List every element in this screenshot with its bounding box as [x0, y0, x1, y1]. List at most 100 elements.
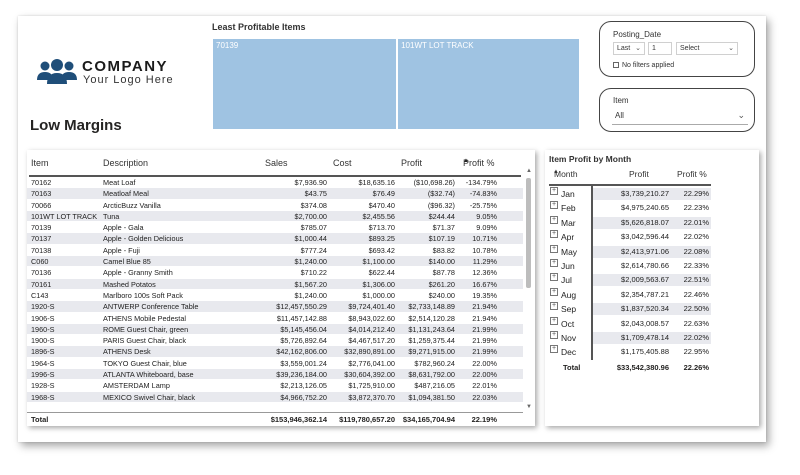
- table-row[interactable]: 70163 Meatloaf Meal $43.75 $76.49 ($32.74) -7…: [27, 188, 523, 200]
- table-row[interactable]: 1906-S ATHENS Mobile Pedestal $11,457,142.…: [27, 313, 523, 324]
- expand-icon[interactable]: +: [550, 187, 558, 195]
- cell-sales: $7,936.90: [294, 178, 327, 187]
- cell-description: AMSTERDAM Lamp: [103, 381, 170, 391]
- expand-icon[interactable]: +: [550, 230, 558, 239]
- column-header-item[interactable]: Item: [31, 158, 49, 168]
- expand-icon[interactable]: +: [550, 330, 558, 339]
- matrix-row[interactable]: + Feb $4,975,240.65 22.23%: [545, 201, 745, 215]
- cell-cost: $713.70: [368, 223, 395, 233]
- column-header-cost[interactable]: Cost: [333, 158, 352, 168]
- matrix-row[interactable]: + Jan $3,739,210.27 22.29%: [545, 187, 745, 201]
- relative-period-dropdown[interactable]: Last ⌄: [613, 42, 645, 55]
- cell-sales: $5,145,456.04: [280, 324, 327, 334]
- cell-item: 1906-S: [31, 313, 55, 323]
- column-header-sales[interactable]: Sales: [265, 158, 288, 168]
- slicer-title: Posting_Date: [613, 30, 662, 39]
- table-row[interactable]: 1928-S AMSTERDAM Lamp $2,213,126.05 $1,725,…: [27, 380, 523, 392]
- scroll-down-icon[interactable]: ▼: [526, 404, 532, 410]
- expand-icon[interactable]: +: [550, 316, 558, 325]
- expand-icon[interactable]: +: [550, 345, 558, 354]
- expand-icon[interactable]: +: [550, 201, 558, 210]
- matrix-row[interactable]: + May $2,413,971.06 22.08%: [545, 244, 745, 259]
- chevron-down-icon: ⌄: [728, 45, 734, 52]
- table-row[interactable]: 70138 Apple - Fuji $777.24 $693.42 $83.82 10.…: [27, 245, 523, 257]
- vertical-scrollbar[interactable]: ▲ ▼: [525, 168, 532, 410]
- cell-cost: $3,872,370.70: [348, 392, 395, 402]
- cell-pct: 22.51%: [683, 275, 709, 285]
- item-dropdown[interactable]: All ⌄: [612, 109, 748, 125]
- table-row[interactable]: 1996-S ATLANTA Whiteboard, base $39,236,18…: [27, 369, 523, 381]
- cell-item: 1896-S: [31, 347, 55, 357]
- cell-sales: $39,236,184.00: [276, 370, 327, 380]
- table-row[interactable]: 1968-S MEXICO Swivel Chair, black $4,966,7…: [27, 391, 523, 403]
- table-row[interactable]: C060 Camel Blue 85 $1,240.00 $1,100.00 $140.…: [27, 256, 523, 268]
- matrix-row[interactable]: + Jul $2,009,563.67 22.51%: [545, 273, 745, 287]
- column-header-profit-pct[interactable]: Profit %: [677, 169, 707, 179]
- expand-icon[interactable]: +: [550, 287, 558, 296]
- table-row[interactable]: 70137 Apple - Golden Delicious $1,000.44 $8…: [27, 233, 523, 245]
- matrix-row[interactable]: + Jun $2,614,780.66 22.33%: [545, 258, 745, 273]
- table-row[interactable]: 70136 Apple - Granny Smith $710.22 $622.44 $…: [27, 267, 523, 279]
- cell-sales: $3,559,001.24: [280, 358, 327, 368]
- cell-pct: 22.00%: [472, 370, 497, 380]
- matrix-row[interactable]: + Dec $1,175,405.88 22.95%: [545, 345, 745, 359]
- cell-pct: 10.78%: [472, 245, 497, 255]
- treemap-cell[interactable]: 101WT LOT TRACK: [397, 38, 580, 130]
- matrix-row[interactable]: + Aug $2,354,787.21 22.46%: [545, 287, 745, 302]
- expand-icon[interactable]: +: [550, 302, 558, 311]
- cell-sales: $1,240.00: [294, 257, 327, 267]
- table-row[interactable]: 70139 Apple - Gala $785.07 $713.70 $71.37 9.0…: [27, 222, 523, 234]
- cell-profit: $2,413,971.06: [621, 246, 669, 256]
- table-row[interactable]: 1920-S ANTWERP Conference Table $12,457,55…: [27, 301, 523, 313]
- cell-profit: $8,631,792.00: [408, 370, 455, 380]
- expand-icon[interactable]: +: [550, 215, 558, 224]
- period-count-input[interactable]: 1: [648, 42, 672, 55]
- cell-item: 70139: [31, 223, 52, 233]
- cell-month: Feb: [561, 203, 576, 214]
- least-profitable-treemap[interactable]: Least Profitable Items 70139 101WT LOT T…: [212, 22, 580, 130]
- matrix-row[interactable]: + Sep $1,837,520.34 22.50%: [545, 302, 745, 316]
- cell-cost: $32,890,891.00: [344, 347, 395, 357]
- cell-pct: 21.94%: [472, 313, 497, 323]
- table-row[interactable]: 1896-S ATHENS Desk $42,162,806.00 $32,890,8…: [27, 346, 523, 358]
- matrix-row[interactable]: + Nov $1,709,478.14 22.02%: [545, 330, 745, 345]
- table-row[interactable]: 70066 ArcticBuzz Vanilla $374.08 $470.40 ($9…: [27, 200, 523, 211]
- matrix-row[interactable]: + Oct $2,043,008.57 22.63%: [545, 316, 745, 331]
- cell-pct: 9.05%: [476, 211, 497, 221]
- scrollbar-thumb[interactable]: [526, 178, 531, 288]
- expand-icon[interactable]: +: [550, 258, 558, 267]
- table-row[interactable]: C143 Marlboro 100s Soft Pack $1,240.00 $1,0…: [27, 290, 523, 302]
- cell-sales: $42,162,806.00: [276, 347, 327, 357]
- column-header-profit[interactable]: Profit: [401, 158, 422, 168]
- period-unit-dropdown[interactable]: Select ⌄: [676, 42, 738, 55]
- item-slicer: Item All ⌄: [599, 88, 755, 132]
- table-row[interactable]: 1900-S PARIS Guest Chair, black $5,726,892…: [27, 335, 523, 347]
- matrix-row[interactable]: + Mar $5,626,818.07 22.01%: [545, 215, 745, 230]
- cell-cost: $4,467,517.20: [348, 336, 395, 346]
- cell-sales: $785.07: [300, 223, 327, 233]
- table-row[interactable]: 1964-S TOKYO Guest Chair, blue $3,559,001.…: [27, 358, 523, 370]
- table-row[interactable]: 101WT LOT TRACK Tuna $2,700.00 $2,455.56 $24…: [27, 210, 523, 223]
- cell-profit: $71.37: [432, 223, 455, 233]
- column-header-description[interactable]: Description: [103, 158, 148, 168]
- cell-pct: 22.01%: [683, 217, 709, 227]
- treemap-cell[interactable]: 70139: [212, 38, 398, 130]
- table-row[interactable]: 70162 Meat Loaf $7,936.90 $18,635.16 ($10,69…: [27, 177, 523, 189]
- expand-icon[interactable]: +: [550, 244, 558, 253]
- cell-pct: 19.35%: [472, 290, 497, 300]
- cell-month: Aug: [561, 289, 577, 300]
- cell-description: PARIS Guest Chair, black: [103, 336, 187, 346]
- cell-item: C060: [31, 257, 49, 267]
- expand-icon[interactable]: +: [550, 273, 558, 282]
- table-body: 70162 Meat Loaf $7,936.90 $18,635.16 ($10,69…: [27, 177, 523, 409]
- sort-ascending-icon: ▲: [463, 158, 469, 164]
- column-header-profit[interactable]: Profit: [629, 169, 649, 179]
- page-title: Low Margins: [30, 117, 122, 134]
- cell-item: C143: [31, 290, 49, 300]
- cell-item: 1960-S: [31, 324, 55, 334]
- table-row[interactable]: 70161 Mashed Potatos $1,567.20 $1,306.00 $26…: [27, 278, 523, 290]
- cell-profit: $1,837,520.34: [621, 304, 669, 314]
- matrix-row[interactable]: + Apr $3,042,596.44 22.02%: [545, 230, 745, 244]
- table-row[interactable]: 1960-S ROME Guest Chair, green $5,145,456.…: [27, 323, 523, 336]
- scroll-up-icon[interactable]: ▲: [526, 168, 532, 174]
